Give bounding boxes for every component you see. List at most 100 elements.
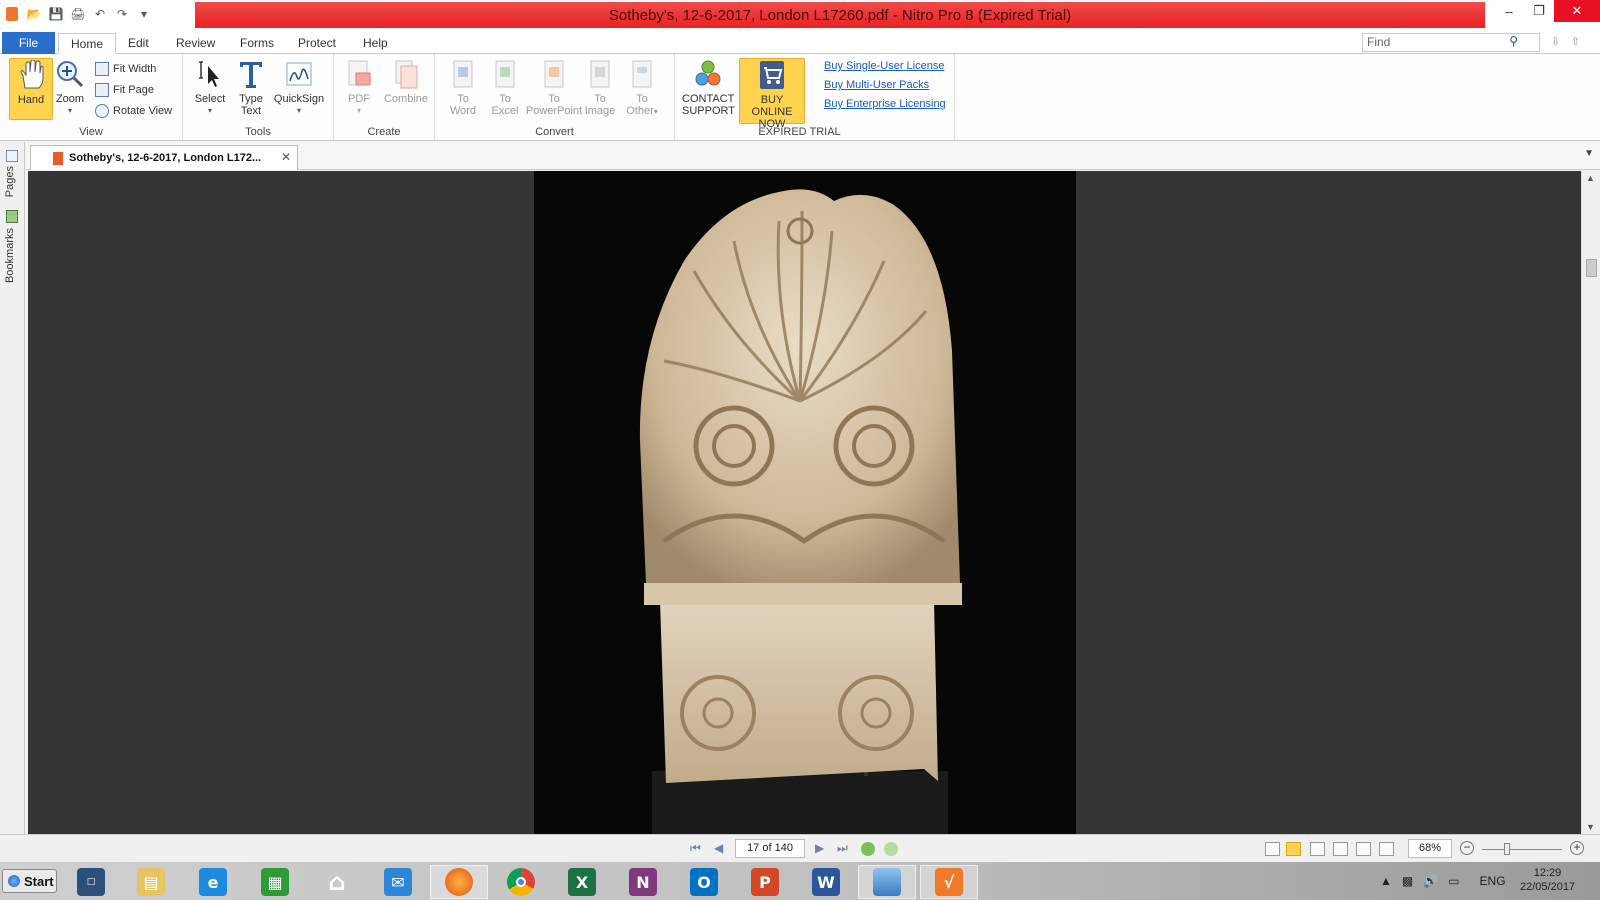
quicksign-button[interactable]: QuickSign ▾: [270, 58, 328, 120]
taskbar-explorer[interactable]: ▤: [122, 865, 180, 899]
minimize-button[interactable]: –: [1494, 0, 1524, 22]
next-view-icon[interactable]: [884, 842, 898, 856]
taskbar-home[interactable]: ⌂: [308, 865, 366, 899]
battery-icon[interactable]: ▭: [1448, 874, 1459, 888]
first-page-icon[interactable]: ⏮: [690, 841, 701, 856]
search-icon[interactable]: ⚲: [1509, 34, 1518, 48]
firefox-icon: [445, 868, 473, 896]
image-document-icon: [584, 58, 616, 90]
tab-forms[interactable]: Forms: [228, 33, 286, 54]
tab-list-dropdown-icon[interactable]: ▼: [1584, 148, 1594, 159]
tab-file[interactable]: File: [2, 32, 55, 54]
taskbar-onenote[interactable]: N: [614, 865, 672, 899]
to-powerpoint-button[interactable]: To PowerPoint: [523, 58, 585, 120]
fit-window-icon[interactable]: [1379, 842, 1394, 856]
tab-protect[interactable]: Protect: [286, 33, 348, 54]
zoom-out-icon[interactable]: −: [1460, 841, 1474, 855]
rotate-view-button[interactable]: Rotate View: [95, 101, 172, 121]
tab-edit[interactable]: Edit: [116, 33, 161, 54]
taskbar-photos[interactable]: [858, 865, 916, 899]
taskbar-firefox[interactable]: [430, 865, 488, 899]
show-hidden-icons-icon[interactable]: ▲: [1380, 874, 1392, 888]
next-page-icon[interactable]: ▶: [815, 841, 824, 855]
single-page-view-icon[interactable]: [1265, 842, 1280, 856]
scroll-up-arrow-icon[interactable]: ▲: [1586, 173, 1595, 183]
facing-view-icon[interactable]: [1310, 842, 1325, 856]
system-clock[interactable]: 12:29 22/05/2017: [1520, 866, 1575, 894]
document-viewer[interactable]: [28, 171, 1581, 834]
taskbar-mail[interactable]: ✉: [369, 865, 427, 899]
vertical-scrollbar[interactable]: ▲ ▼: [1581, 171, 1600, 834]
contact-support-button[interactable]: CONTACT SUPPORT: [682, 58, 735, 120]
create-pdf-button[interactable]: PDF ▾: [337, 58, 381, 120]
nitro-app-icon[interactable]: [4, 6, 20, 22]
close-tab-icon[interactable]: ✕: [281, 150, 291, 164]
network-signal-icon[interactable]: ▩: [1402, 874, 1413, 888]
find-previous-icon[interactable]: ⇧: [1571, 35, 1580, 48]
bookmarks-panel-tab[interactable]: Bookmarks: [4, 228, 16, 283]
document-tabs: Sotheby's, 12-6-2017, London L172... ✕ ▼: [26, 142, 1600, 170]
taskbar-nitro[interactable]: √: [920, 865, 978, 899]
buy-enterprise-link[interactable]: Buy Enterprise Licensing: [824, 98, 946, 110]
previous-page-icon[interactable]: ◀: [714, 841, 723, 855]
scroll-down-arrow-icon[interactable]: ▼: [1586, 822, 1595, 832]
facing-continuous-view-icon[interactable]: [1333, 842, 1348, 856]
zoom-slider[interactable]: [1482, 843, 1562, 855]
undo-icon[interactable]: ↶: [92, 6, 108, 22]
last-page-icon[interactable]: ⏭: [837, 841, 848, 856]
pages-panel-icon[interactable]: [6, 150, 18, 162]
start-button[interactable]: Start: [2, 869, 57, 893]
tab-home[interactable]: Home: [58, 33, 117, 54]
taskbar-lenovo[interactable]: □: [62, 865, 120, 899]
to-excel-button[interactable]: To Excel: [483, 58, 527, 120]
find-next-icon[interactable]: ⇩: [1551, 35, 1560, 48]
zoom-slider-handle[interactable]: [1504, 843, 1510, 855]
page-number-input[interactable]: 17 of 140: [735, 839, 805, 858]
save-icon[interactable]: 💾: [48, 6, 64, 22]
taskbar-internet-explorer[interactable]: e: [184, 865, 242, 899]
fit-width-button[interactable]: Fit Width: [95, 59, 156, 79]
open-folder-icon[interactable]: 📂: [26, 6, 42, 22]
buy-multi-user-link[interactable]: Buy Multi-User Packs: [824, 79, 929, 91]
rotate-view-label: Rotate View: [113, 105, 173, 117]
document-tab-label: Sotheby's, 12-6-2017, London L172...: [69, 152, 262, 164]
customize-qat-icon[interactable]: ▾: [136, 6, 152, 22]
volume-icon[interactable]: 🔊: [1423, 874, 1438, 888]
taskbar-store[interactable]: ▦: [246, 865, 304, 899]
zoom-level-input[interactable]: 68%: [1408, 839, 1452, 858]
taskbar-word[interactable]: W: [797, 865, 855, 899]
select-button[interactable]: Select ▾: [188, 58, 232, 120]
bookmarks-panel-icon[interactable]: [6, 210, 18, 223]
fit-page-button[interactable]: Fit Page: [95, 80, 154, 100]
previous-view-icon[interactable]: [861, 842, 875, 856]
pdf-page[interactable]: [534, 171, 1076, 834]
taskbar-powerpoint[interactable]: P: [736, 865, 794, 899]
to-word-button[interactable]: To Word: [441, 58, 485, 120]
contact-support-icon: [692, 58, 724, 90]
continuous-view-icon[interactable]: [1286, 842, 1301, 856]
print-icon[interactable]: 🖨: [70, 6, 86, 22]
language-indicator[interactable]: ENG: [1480, 874, 1506, 888]
buy-single-user-link[interactable]: Buy Single-User License: [824, 60, 944, 72]
to-image-button[interactable]: To Image: [578, 58, 622, 120]
hand-button[interactable]: Hand: [9, 58, 53, 120]
document-tab[interactable]: Sotheby's, 12-6-2017, London L172... ✕: [30, 145, 298, 170]
zoom-button[interactable]: Zoom ▾: [48, 58, 92, 120]
to-other-button[interactable]: To Other▾: [620, 58, 664, 120]
pages-panel-tab[interactable]: Pages: [4, 166, 16, 197]
tab-help[interactable]: Help: [351, 33, 400, 54]
zoom-in-icon[interactable]: +: [1570, 841, 1584, 855]
close-button[interactable]: ✕: [1554, 0, 1600, 22]
tab-review[interactable]: Review: [164, 33, 227, 54]
type-text-icon: [235, 58, 267, 90]
full-screen-icon[interactable]: [1356, 842, 1371, 856]
restore-button[interactable]: ❐: [1524, 0, 1554, 22]
redo-icon[interactable]: ↷: [114, 6, 130, 22]
scroll-thumb[interactable]: [1586, 259, 1597, 277]
buy-online-button[interactable]: BUY ONLINE NOW: [739, 58, 805, 130]
type-text-button[interactable]: Type Text: [229, 58, 273, 120]
combine-button[interactable]: Combine: [381, 58, 431, 120]
taskbar-excel[interactable]: X: [553, 865, 611, 899]
taskbar-chrome[interactable]: [492, 865, 550, 899]
taskbar-outlook[interactable]: O: [675, 865, 733, 899]
